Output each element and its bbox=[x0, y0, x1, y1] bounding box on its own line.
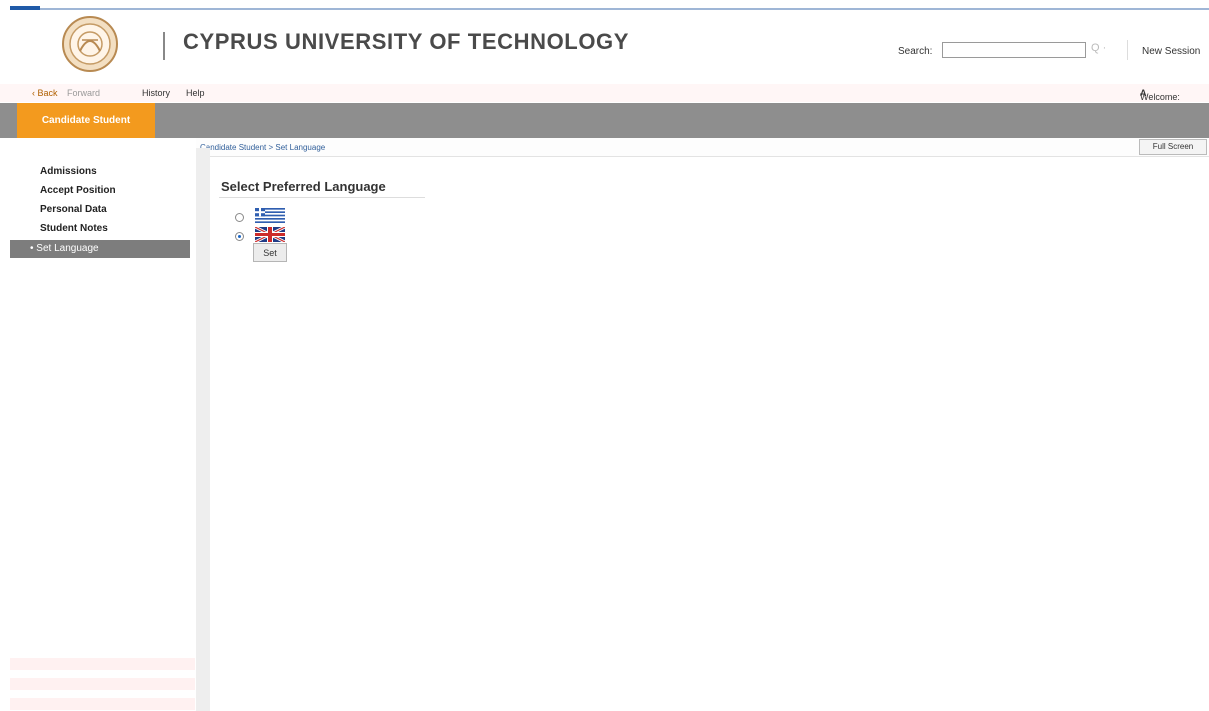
forward-link[interactable]: Forward bbox=[67, 88, 100, 98]
breadcrumb-bar bbox=[196, 138, 1209, 157]
sidebar-fade bbox=[10, 658, 195, 670]
greek-language-radio[interactable] bbox=[235, 213, 244, 222]
university-title: CYPRUS UNIVERSITY OF TECHNOLOGY bbox=[183, 29, 630, 54]
main-content bbox=[210, 157, 1209, 711]
fullscreen-button[interactable]: Full Screen bbox=[1139, 139, 1207, 155]
sidebar-fade bbox=[10, 698, 195, 710]
page-title: Select Preferred Language bbox=[221, 179, 386, 194]
university-seal-icon bbox=[62, 16, 118, 72]
welcome-text: Welcome: A bbox=[1140, 88, 1180, 102]
browser-navbar: ‹ Back Forward History Help Welcome: A bbox=[0, 84, 1209, 102]
back-link[interactable]: ‹ Back bbox=[32, 88, 58, 98]
search-label: Search: bbox=[898, 46, 933, 57]
sidebar-item-accept-position[interactable]: Accept Position bbox=[40, 185, 116, 196]
sidebar: Admissions Accept Position Personal Data… bbox=[0, 138, 196, 711]
help-link[interactable]: Help bbox=[186, 88, 205, 98]
sidebar-item-admissions[interactable]: Admissions bbox=[40, 166, 97, 177]
sidebar-item-set-language[interactable]: • Set Language bbox=[10, 240, 190, 258]
sidebar-item-student-notes[interactable]: Student Notes bbox=[40, 223, 108, 234]
tab-candidate-student[interactable]: Candidate Student bbox=[17, 103, 155, 138]
english-language-radio[interactable] bbox=[235, 232, 244, 241]
sidebar-fade bbox=[10, 678, 195, 690]
header-divider bbox=[163, 32, 165, 60]
content-left-border bbox=[196, 148, 210, 711]
breadcrumb[interactable]: Candidate Student > Set Language bbox=[200, 143, 325, 152]
new-session-link[interactable]: New Session bbox=[1142, 46, 1200, 57]
search-input[interactable] bbox=[942, 42, 1086, 58]
top-line bbox=[0, 0, 1209, 10]
history-link[interactable]: History bbox=[142, 88, 170, 98]
main-tabbar bbox=[0, 103, 1209, 138]
search-go-icon[interactable]: Q · bbox=[1091, 42, 1106, 54]
header-separator bbox=[1127, 40, 1128, 60]
sidebar-item-label: Set Language bbox=[36, 243, 99, 254]
set-button[interactable]: Set bbox=[253, 243, 287, 262]
sidebar-item-personal-data[interactable]: Personal Data bbox=[40, 204, 107, 215]
title-underline bbox=[219, 197, 425, 198]
welcome-label: Welcome: bbox=[1140, 92, 1180, 102]
greek-flag-icon bbox=[255, 208, 285, 223]
uk-flag-icon bbox=[255, 227, 285, 242]
